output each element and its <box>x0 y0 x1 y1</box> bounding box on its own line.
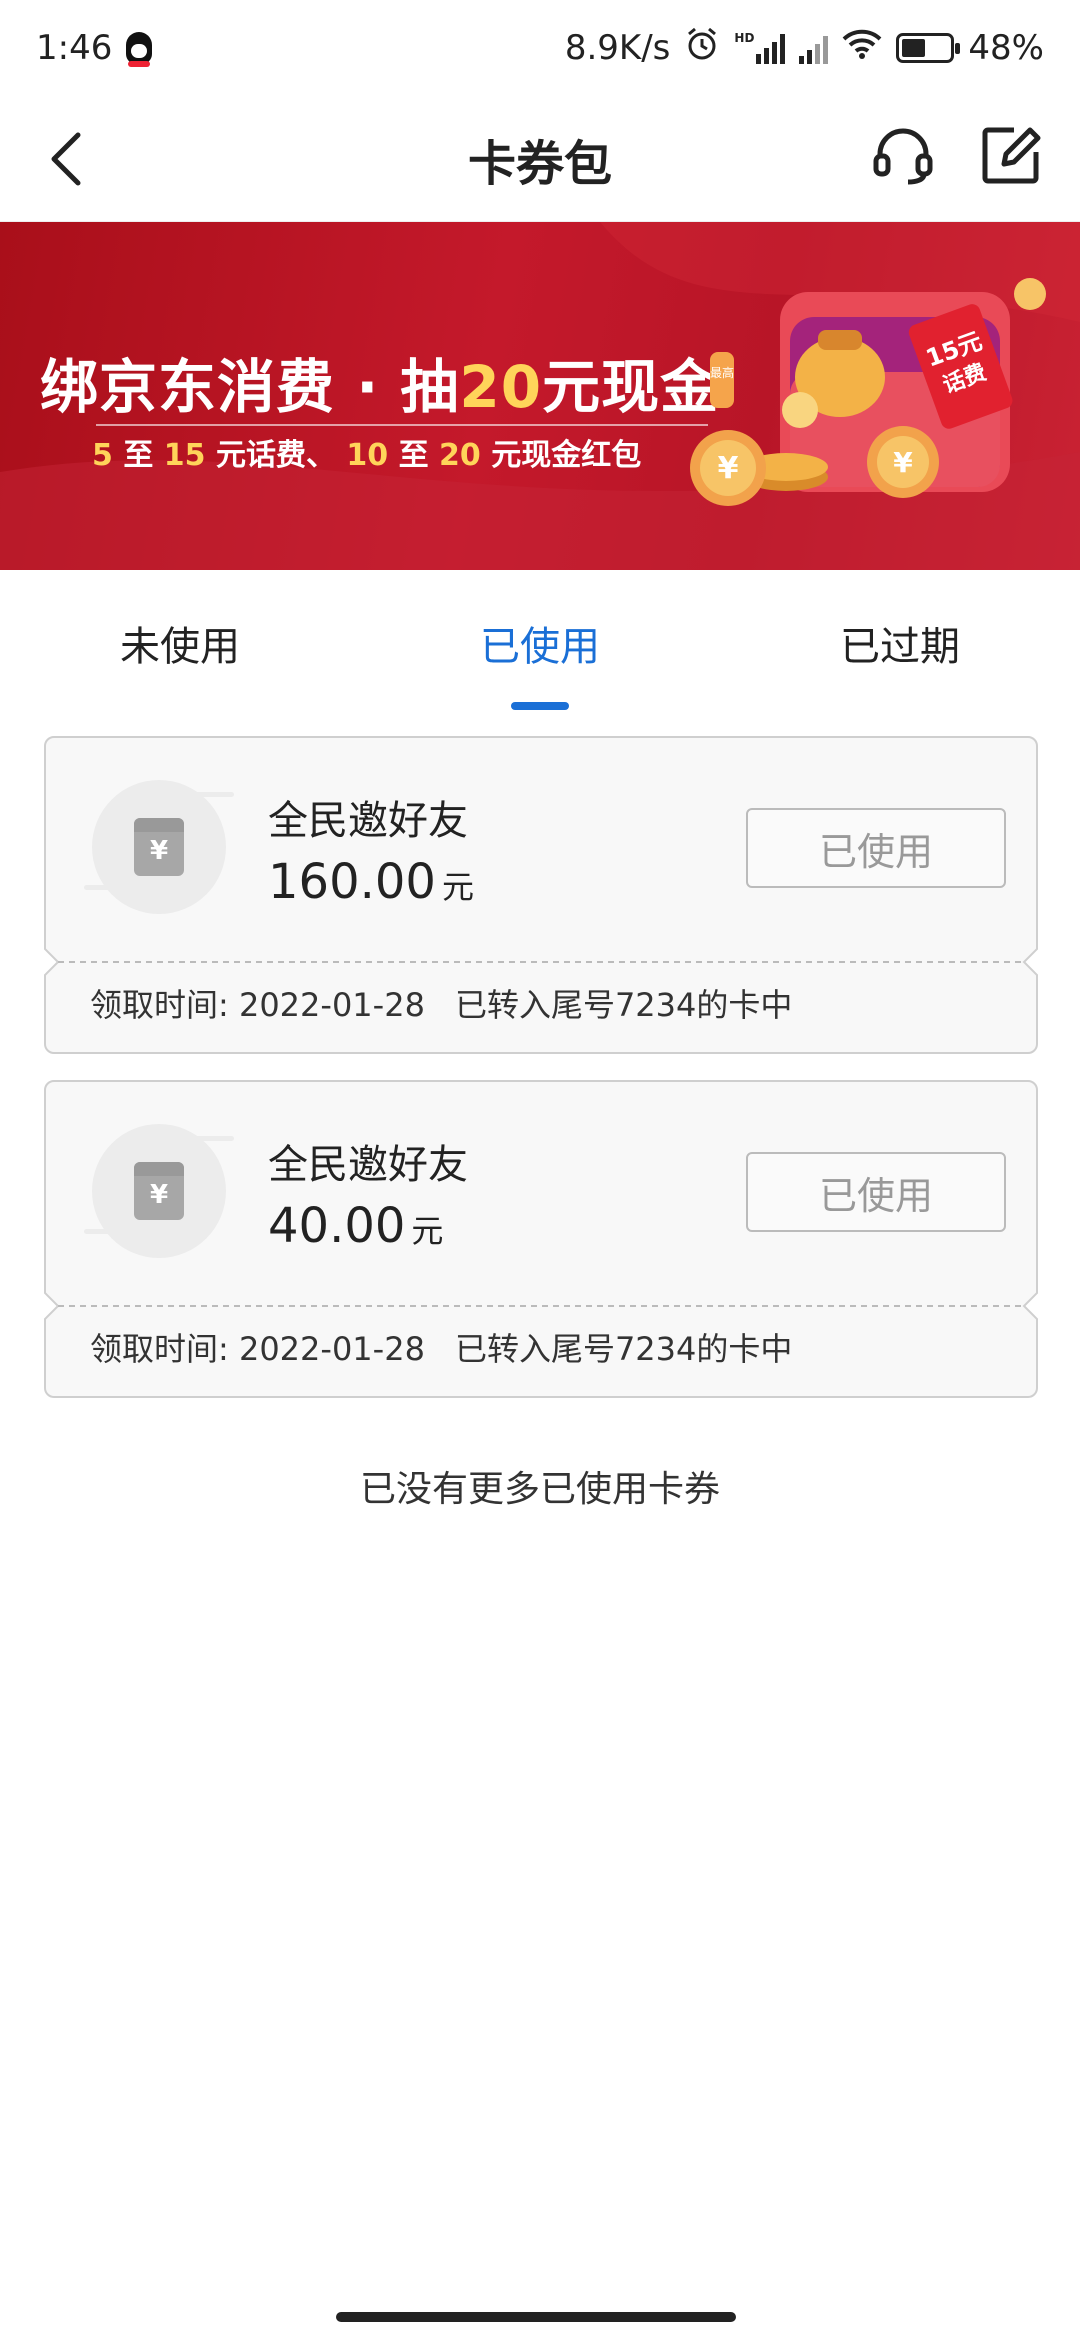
coupon-name: 全民邀好友 <box>268 798 468 844</box>
chevron-left-icon[interactable] <box>36 126 96 192</box>
banner-title-c: 元现金 <box>542 353 720 421</box>
tab-unused[interactable]: 未使用 <box>0 570 360 710</box>
banner-title: 绑京东消费 · 抽20元现金 <box>40 340 719 424</box>
net-speed: 8.9K/s <box>564 28 671 68</box>
coupon-amount: 40.00 元 <box>268 1198 443 1254</box>
tab-expired[interactable]: 已过期 <box>720 570 1080 710</box>
battery-fill <box>902 39 925 57</box>
coupon-footer: 领取时间: 2022-01-28 已转入尾号7234的卡中 <box>90 980 792 1026</box>
qq-icon <box>126 32 153 67</box>
banner-sub-part: 元现金红包 <box>480 438 642 473</box>
banner-sub-part: 10 <box>346 438 389 473</box>
yuan-symbol: ¥ <box>149 836 169 866</box>
cellular-signal-1-icon: HD <box>734 31 786 64</box>
battery-icon <box>896 33 961 63</box>
coupon-note: 已转入尾号7234的卡中 <box>454 986 793 1024</box>
active-tab-indicator <box>511 702 569 710</box>
coupon-date: 领取时间: 2022-01-28 <box>90 1330 425 1368</box>
tab-label: 已过期 <box>840 624 960 670</box>
coupon-footer: 领取时间: 2022-01-28 已转入尾号7234的卡中 <box>90 1324 792 1370</box>
banner-subtitle: 5 至 15 元话费、 10 至 20 元现金红包 <box>92 430 641 474</box>
svg-text:¥: ¥ <box>893 446 913 479</box>
tab-label: 已使用 <box>480 624 600 670</box>
banner-tag: 最高 <box>710 352 734 408</box>
used-button[interactable]: 已使用 <box>746 808 1006 888</box>
banner-divider <box>96 424 708 426</box>
edit-icon[interactable] <box>978 122 1044 188</box>
home-indicator[interactable] <box>336 2312 736 2322</box>
top-nav: 卡券包 <box>0 96 1080 222</box>
yuan-symbol: ¥ <box>149 1180 169 1210</box>
hd-label: HD <box>734 31 755 45</box>
alarm-icon <box>684 26 720 71</box>
coupon-card[interactable]: ¥ 全民邀好友 160.00 元 已使用 领取时间: 2022-01-28 已转入尾… <box>44 736 1038 1054</box>
banner-sub-part: 5 <box>92 438 113 473</box>
banner-sub-part: 元话费、 <box>205 438 347 473</box>
used-button[interactable]: 已使用 <box>746 1152 1006 1232</box>
coupon-date: 领取时间: 2022-01-28 <box>90 986 425 1024</box>
status-time: 1:46 <box>36 28 113 68</box>
banner-sub-part: 至 <box>112 438 164 473</box>
wifi-icon <box>842 28 882 69</box>
nav-actions <box>870 122 1044 188</box>
no-more-text: 已没有更多已使用卡券 <box>359 1469 720 1510</box>
status-left: 1:46 <box>36 28 153 68</box>
coupon-amount-unit: 元 <box>411 1212 444 1250</box>
banner-sub-part: 至 <box>388 438 440 473</box>
promo-banner[interactable]: ¥ 15元 话费 ¥ 绑京东消费 · 抽20元现金 最高 5 至 15 元话费、… <box>0 222 1080 570</box>
coupon-amount-value: 40.00 <box>268 1198 406 1254</box>
coupon-card[interactable]: ¥ 全民邀好友 40.00 元 已使用 领取时间: 2022-01-28 已转入尾号… <box>44 1080 1038 1398</box>
headset-icon[interactable] <box>870 122 936 188</box>
cellular-signal-2-icon <box>799 32 829 64</box>
coupon-amount-unit: 元 <box>441 868 474 906</box>
red-packet-icon: ¥ <box>84 780 234 914</box>
banner-title-amount: 20 <box>459 353 543 421</box>
status-right: 8.9K/s HD 48% <box>565 26 1044 71</box>
red-packet-icon: ¥ <box>84 1124 234 1258</box>
coupon-name: 全民邀好友 <box>268 1142 468 1188</box>
coupon-note: 已转入尾号7234的卡中 <box>454 1330 793 1368</box>
tab-used[interactable]: 已使用 <box>360 570 720 710</box>
tab-bar: 未使用 已使用 已过期 <box>0 570 1080 710</box>
page-title: 卡券包 <box>467 135 612 192</box>
tab-label: 未使用 <box>120 624 240 670</box>
battery-percent: 48% <box>968 28 1044 68</box>
banner-title-a: 绑京东消费 · 抽 <box>40 353 460 421</box>
status-bar: 1:46 8.9K/s HD 48% <box>0 0 1080 96</box>
coupon-amount-value: 160.00 <box>268 854 436 910</box>
coupon-amount: 160.00 元 <box>268 854 474 910</box>
banner-sub-part: 20 <box>439 438 481 473</box>
svg-text:¥: ¥ <box>718 451 739 486</box>
banner-sub-part: 15 <box>163 438 206 473</box>
